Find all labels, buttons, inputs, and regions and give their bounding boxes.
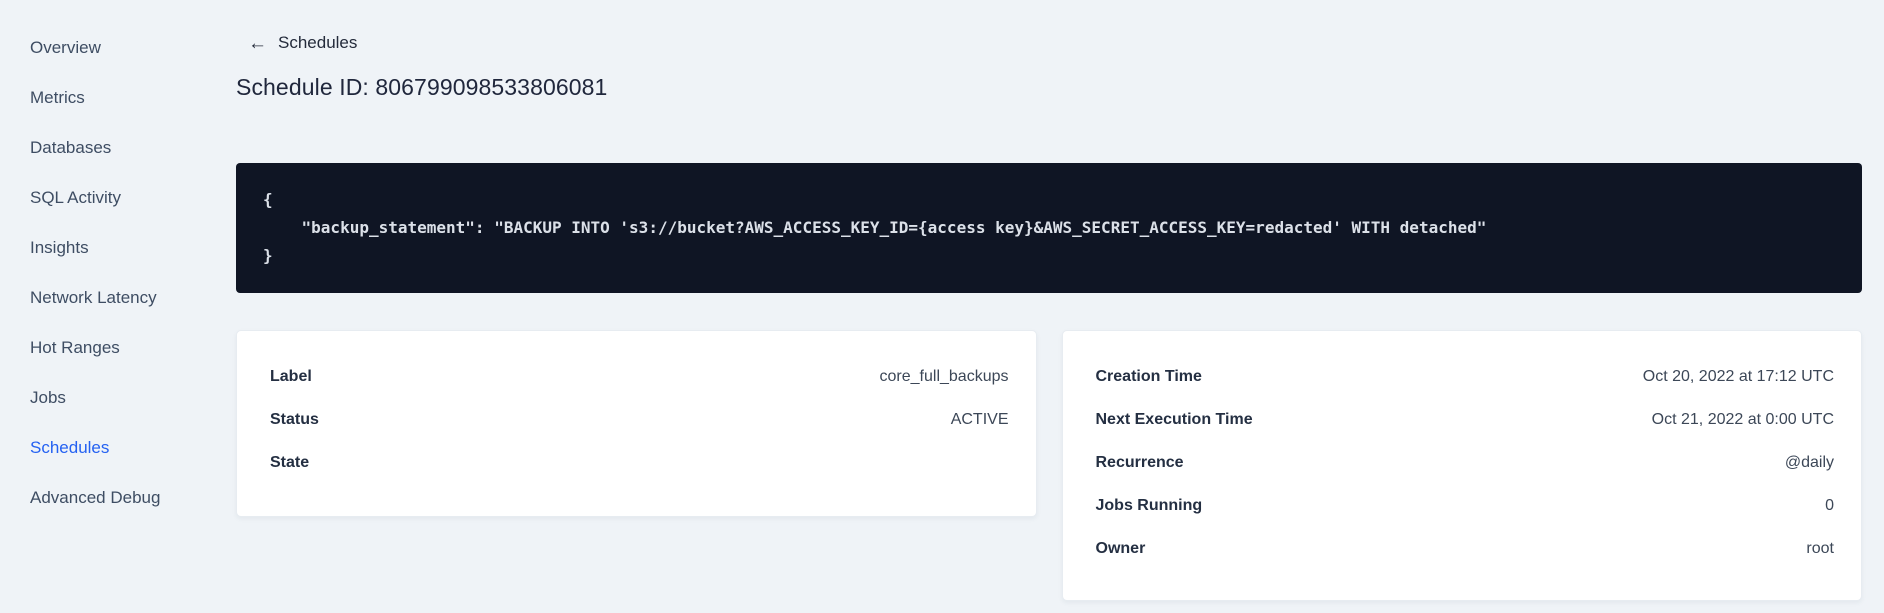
next-execution-time-row: Next Execution Time Oct 21, 2022 at 0:00… bbox=[1096, 398, 1835, 441]
sidebar-item-schedules[interactable]: Schedules bbox=[0, 423, 197, 473]
creation-time-value: Oct 20, 2022 at 17:12 UTC bbox=[1642, 367, 1834, 385]
label-row: Label core_full_backups bbox=[270, 355, 1009, 398]
status-row: Status ACTIVE bbox=[270, 398, 1009, 441]
code-line-backup-statement: "backup_statement": "BACKUP INTO 's3://b… bbox=[263, 218, 1487, 237]
creation-time-row: Creation Time Oct 20, 2022 at 17:12 UTC bbox=[1096, 355, 1835, 398]
sidebar-nav: Overview Metrics Databases SQL Activity … bbox=[0, 23, 197, 523]
code-line-open-brace: { bbox=[263, 190, 273, 209]
owner-value: root bbox=[1806, 539, 1834, 557]
recurrence-key: Recurrence bbox=[1095, 453, 1184, 471]
owner-row: Owner root bbox=[1096, 527, 1835, 570]
back-to-schedules-link[interactable]: ← Schedules bbox=[248, 33, 357, 53]
sidebar-item-advanced-debug[interactable]: Advanced Debug bbox=[0, 473, 197, 523]
sidebar-item-overview[interactable]: Overview bbox=[0, 23, 197, 73]
sidebar-item-insights[interactable]: Insights bbox=[0, 223, 197, 273]
sidebar-item-databases[interactable]: Databases bbox=[0, 123, 197, 173]
code-line-close-brace: } bbox=[263, 246, 273, 265]
sidebar-item-sql-activity[interactable]: SQL Activity bbox=[0, 173, 197, 223]
back-arrow-icon: ← bbox=[248, 32, 267, 54]
schedule-detail-page: ← Schedules Schedule ID: 806799098533806… bbox=[236, 0, 1862, 613]
sidebar-item-jobs[interactable]: Jobs bbox=[0, 373, 197, 423]
status-row-value: ACTIVE bbox=[950, 410, 1009, 428]
jobs-running-value: 0 bbox=[1825, 496, 1834, 514]
label-row-key: Label bbox=[270, 367, 312, 385]
owner-key: Owner bbox=[1095, 539, 1146, 557]
state-row: State bbox=[270, 441, 1009, 484]
page-title: Schedule ID: 806799098533806081 bbox=[236, 74, 608, 100]
sidebar-item-hot-ranges[interactable]: Hot Ranges bbox=[0, 323, 197, 373]
next-execution-time-key: Next Execution Time bbox=[1095, 410, 1253, 428]
label-row-value: core_full_backups bbox=[879, 367, 1009, 385]
schedule-label-card: Label core_full_backups Status ACTIVE St… bbox=[236, 330, 1037, 517]
jobs-running-row: Jobs Running 0 bbox=[1096, 484, 1835, 527]
status-row-key: Status bbox=[270, 410, 319, 428]
detail-cards-row: Label core_full_backups Status ACTIVE St… bbox=[236, 330, 1862, 601]
schedule-timing-card: Creation Time Oct 20, 2022 at 17:12 UTC … bbox=[1061, 330, 1862, 601]
state-row-key: State bbox=[270, 453, 310, 471]
recurrence-value: @daily bbox=[1784, 453, 1834, 471]
back-link-label: Schedules bbox=[278, 33, 358, 52]
sidebar-item-network-latency[interactable]: Network Latency bbox=[0, 273, 197, 323]
backup-statement-code-block: { "backup_statement": "BACKUP INTO 's3:/… bbox=[236, 163, 1862, 293]
next-execution-time-value: Oct 21, 2022 at 0:00 UTC bbox=[1651, 410, 1834, 428]
sidebar-item-metrics[interactable]: Metrics bbox=[0, 73, 197, 123]
jobs-running-key: Jobs Running bbox=[1095, 496, 1203, 514]
recurrence-row: Recurrence @daily bbox=[1096, 441, 1835, 484]
creation-time-key: Creation Time bbox=[1095, 367, 1202, 385]
